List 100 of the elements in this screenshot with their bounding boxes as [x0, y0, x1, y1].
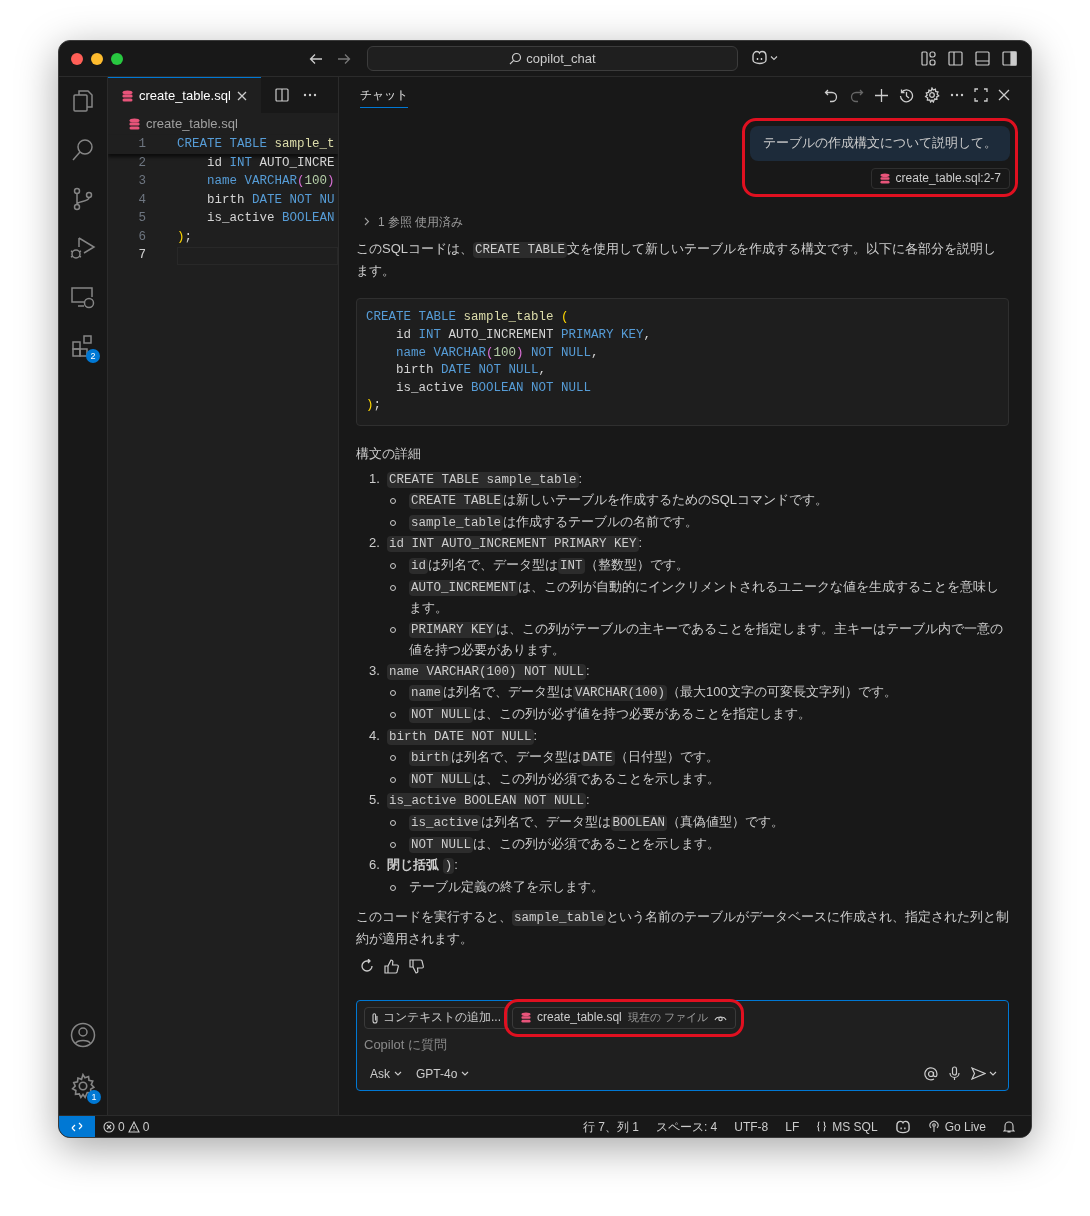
remote-icon: [71, 1120, 83, 1133]
list-item-text: テーブル定義の終了を示します。: [409, 877, 604, 896]
list-item-title: id INT AUTO_INCREMENT PRIMARY KEY:: [387, 534, 643, 555]
play-bug-icon[interactable]: [70, 236, 96, 260]
error-icon: [103, 1120, 115, 1133]
code-line: );: [177, 228, 194, 246]
chevron-right-icon: [364, 217, 370, 227]
maximize-icon[interactable]: [974, 88, 988, 102]
toggle-panel-icon[interactable]: [975, 51, 990, 66]
search-icon[interactable]: [71, 138, 95, 162]
list-item-text: sample_table は作成するテーブルの名前です。: [409, 512, 698, 533]
forward-arrow-icon[interactable]: [337, 52, 351, 66]
list-item-text: NOT NULL は、この列が必須であることを示します。: [409, 769, 720, 790]
database-icon: [879, 172, 890, 184]
model-dropdown[interactable]: GPT-4o: [408, 1063, 478, 1085]
status-item[interactable]: LF: [785, 1117, 800, 1136]
thumbs-up-icon[interactable]: [384, 958, 399, 974]
list-item-title: CREATE TABLE sample_table:: [387, 469, 583, 490]
status-item[interactable]: Go Live: [927, 1117, 986, 1136]
thumbs-down-icon[interactable]: [409, 958, 424, 974]
line-number: 2: [137, 154, 146, 172]
command-center-search[interactable]: copilot_chat: [367, 46, 738, 71]
status-item[interactable]: UTF-8: [734, 1117, 769, 1136]
account-icon[interactable]: [70, 1022, 96, 1048]
list-item-text: birth は列名で、データ型は DATE（日付型）です。: [409, 748, 719, 769]
list-item-title: birth DATE NOT NULL:: [387, 726, 538, 747]
toggle-secondary-sidebar-icon[interactable]: [1002, 51, 1017, 66]
monitor-icon[interactable]: [70, 285, 96, 309]
undo-icon[interactable]: [824, 87, 839, 103]
list-item-title: 閉じ括弧 ):: [387, 856, 458, 877]
caret-icon: [394, 1071, 402, 1077]
breadcrumb[interactable]: create_table.sql: [146, 114, 238, 134]
warning-icon: [127, 1120, 140, 1133]
line-number: 5: [137, 210, 146, 228]
eye-icon[interactable]: [713, 1013, 727, 1023]
window-title: copilot_chat: [526, 49, 596, 68]
caret-icon: [989, 1071, 997, 1077]
extensions-icon[interactable]: [71, 334, 95, 358]
close-window-button[interactable]: [71, 52, 83, 65]
code-block: CREATE TABLE sample_table ( id INT AUTO_INCREMENT PRIMARY KEY, name VARCHAR(100) NOT NULL, birth DATE NOT NULL, is_active BOOLEAN NOT NULL );: [356, 298, 1009, 426]
customize-layout-icon[interactable]: [921, 51, 936, 66]
send-button[interactable]: [971, 1067, 997, 1081]
remote-indicator[interactable]: [59, 1116, 95, 1137]
list-item-text: CREATE TABLE は新しいテーブルを作成するためのSQLコマンドです。: [409, 491, 829, 512]
file-reference-chip[interactable]: create_table.sql:2-7: [870, 167, 1010, 189]
split-editor-icon[interactable]: [274, 88, 289, 102]
notification-badge: 2: [86, 349, 100, 363]
history-icon[interactable]: [899, 87, 914, 103]
list-item-text: NOT NULL は、この列が必須であることを示します。: [409, 834, 720, 855]
current-file-chip[interactable]: create_table.sql 現在の ファイル: [512, 1006, 736, 1029]
list-item-text: AUTO_INCREMENT は、この列が自動的にインクリメントされるユニークな値を生成することを意味します。: [409, 577, 1001, 618]
list-item-title: name VARCHAR(100) NOT NULL:: [387, 661, 590, 682]
user-message: テーブルの作成構文について説明して。: [750, 126, 1010, 161]
files-icon[interactable]: [71, 89, 95, 113]
close-icon[interactable]: [998, 89, 1010, 101]
list-item-text: id は列名で、データ型は INT（整数型）です。: [409, 555, 689, 576]
chat-tab[interactable]: チャット: [360, 82, 408, 108]
list-number: 2.: [369, 534, 381, 553]
microphone-icon[interactable]: [949, 1066, 960, 1082]
minimize-window-button[interactable]: [91, 52, 103, 65]
search-icon: [509, 52, 523, 65]
list-item-text: is_active は列名で、データ型は BOOLEAN（真偽値型）です。: [409, 813, 785, 834]
mention-icon[interactable]: [924, 1066, 938, 1081]
plus-icon[interactable]: [874, 87, 889, 103]
problems-indicator[interactable]: 0 0: [103, 1117, 150, 1136]
line-number: 1: [137, 135, 146, 153]
paperclip-icon: [371, 1011, 379, 1024]
list-number: 4.: [369, 726, 381, 745]
zoom-window-button[interactable]: [111, 52, 123, 65]
copilot-icon: [751, 50, 768, 65]
bell-icon[interactable]: [1003, 1120, 1015, 1133]
list-item-text: PRIMARY KEY は、この列がテーブルの主キーであることを指定します。主キーはテーブル内で一意の値を持つ必要があります。: [409, 619, 1004, 660]
settings-icon[interactable]: [924, 87, 940, 103]
references-toggle[interactable]: 1 参照 使用済み: [364, 211, 1009, 233]
more-actions-icon[interactable]: [950, 93, 964, 97]
more-actions-icon[interactable]: [302, 93, 317, 97]
list-number: 1.: [369, 469, 381, 488]
copilot-icon[interactable]: [894, 1119, 911, 1134]
toggle-sidebar-icon[interactable]: [948, 51, 963, 66]
line-number: 3: [137, 173, 146, 191]
settings-icon[interactable]: [70, 1073, 96, 1099]
editor-tab[interactable]: create_table.sql: [108, 77, 261, 113]
list-item-text: name は列名で、データ型は VARCHAR(100)（最大100文字の可変長文字列）です。: [409, 683, 897, 704]
mode-dropdown[interactable]: Ask: [364, 1063, 408, 1085]
status-item[interactable]: スペース: 4: [655, 1117, 718, 1136]
braces-icon: [816, 1121, 828, 1132]
status-item[interactable]: MS SQL: [816, 1117, 878, 1136]
add-context-button[interactable]: コンテキストの追加...: [364, 1006, 508, 1029]
copilot-menu-button[interactable]: [751, 50, 778, 65]
back-arrow-icon[interactable]: [309, 52, 323, 66]
redo-icon[interactable]: [849, 87, 864, 103]
code-line: CREATE TABLE sample_t: [177, 135, 336, 153]
status-item[interactable]: 行 7、列 1: [582, 1117, 639, 1136]
close-icon[interactable]: [236, 90, 247, 101]
list-number: 5.: [369, 791, 381, 810]
line-number: 7: [137, 247, 146, 265]
answer-paragraph: このコードを実行すると、sample_table という名前のテーブルがデータベースに作成され、指定された列と制約が適用されます。: [356, 908, 1009, 948]
chat-input-field[interactable]: Copilot に質問: [364, 1035, 1001, 1056]
branch-icon[interactable]: [72, 187, 94, 211]
retry-icon[interactable]: [360, 959, 374, 974]
